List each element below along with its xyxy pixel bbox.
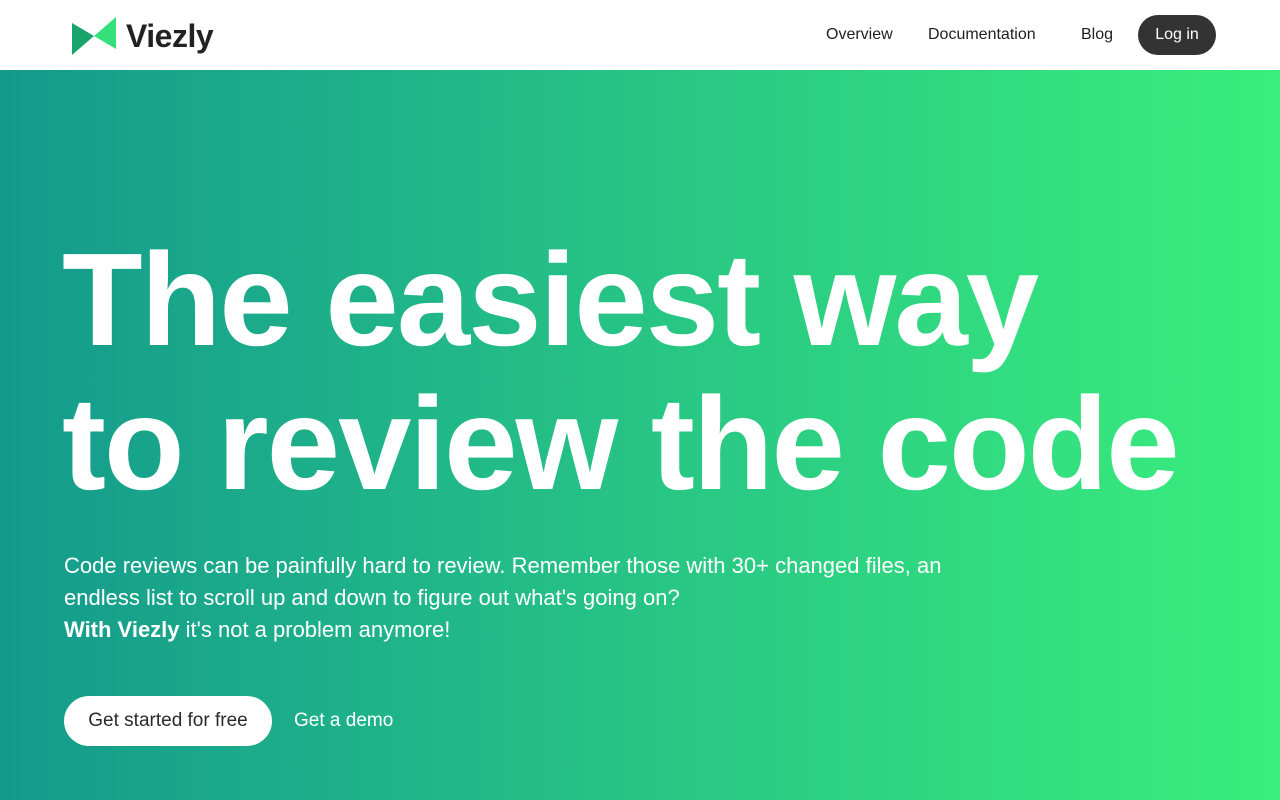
hero-description: Code reviews can be painfully hard to re… [64,550,1024,646]
brand-name: Viezly [126,18,214,54]
nav-overview-link[interactable]: Overview [826,24,893,46]
login-button[interactable]: Log in [1138,15,1216,55]
get-started-button[interactable]: Get started for free [64,696,272,746]
hero-headline-line-2: to review the code [62,370,1180,517]
hero-headline: The easiest way to review the code [62,226,1180,517]
nav-blog-link[interactable]: Blog [1081,24,1113,46]
site-header: Viezly Overview Documentation Blog Log i… [0,0,1280,70]
nav-documentation-link[interactable]: Documentation [928,24,1036,46]
brand-logo[interactable]: Viezly [72,16,214,56]
bowtie-logo-icon [72,17,116,55]
get-demo-link[interactable]: Get a demo [294,709,393,733]
hero-headline-line-1: The easiest way [62,226,1039,373]
hero-description-tail: it's not a problem anymore! [179,617,451,642]
hero-description-bold: With Viezly [64,617,180,642]
hero-description-line-2: endless list to scroll up and down to fi… [64,585,680,610]
hero-section: The easiest way to review the code Code … [0,70,1280,800]
hero-description-line-3: With Viezly it's not a problem anymore! [64,614,1024,646]
hero-description-line-1: Code reviews can be painfully hard to re… [64,553,942,578]
